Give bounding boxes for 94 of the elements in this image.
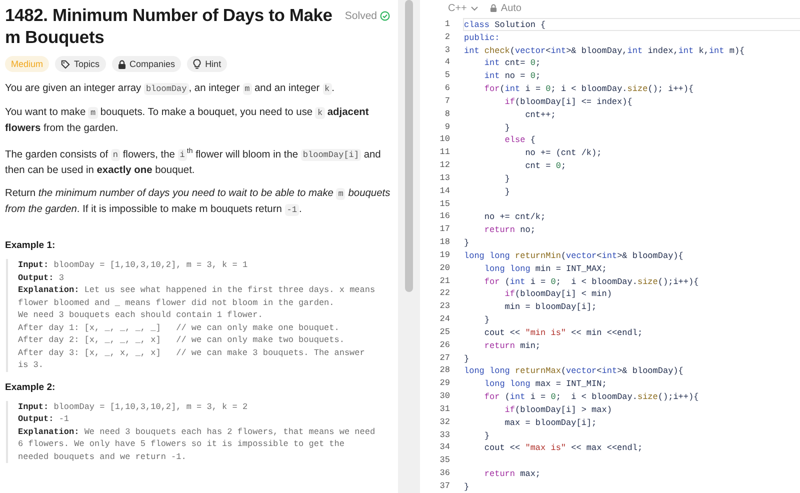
line-number: 12 — [438, 159, 451, 172]
code-line: for (int i = 0; i < bloomDay.size();i++){ — [483, 391, 700, 403]
description-paragraph: Return the minimum number of days you need to wait to be able to make m bouquets from the garden. If it is impossible to make m bouquets return -1 . — [5, 187, 392, 218]
code-line: for (int i = 0; i < bloomDay.size();i++){ — [483, 276, 700, 288]
line-number: 34 — [438, 441, 451, 454]
code-line: public: — [463, 32, 501, 44]
example-block: Input: bloomDay = [1,10,3,10,2], m = 3, k = 1 Output: 3 Explanation: Let us see what happened in the first three days. x means flower bloomed and _ means flower did not bloom in the garden. We need 3 bouquets each should contain 1 flower. After day 1: [x, _, _, _, _] // we can only make one bouquet. After day 2: [x, _, _, _, x] // we can only make two bouquets. After day 3: [x, _, x, _, x] // we can make 3 bouquets. The answer is 3. — [6, 259, 392, 372]
code-line: if(bloomDay[i] > max) — [504, 404, 613, 416]
code-line: if(bloomDay[i] <= index){ — [504, 96, 634, 108]
description-paragraph: You are given an integer array bloomDay , an integer m and an integer k . — [5, 82, 336, 97]
lock-icon — [118, 60, 126, 68]
line-number: 8 — [444, 108, 451, 121]
code-line: } — [463, 480, 470, 493]
example-heading: Example 1: — [5, 240, 56, 252]
line-number: 13 — [438, 172, 451, 185]
scrollbar-thumb[interactable] — [405, 0, 413, 292]
code-line: long long returnMax(vector<int>& bloomDay){ — [463, 365, 684, 378]
mode-label: Auto — [500, 2, 522, 14]
code-line: else { — [504, 134, 536, 146]
code-line: for(int i = 0; i < bloomDay.size(); i++){ — [483, 83, 695, 95]
code-line: long long max = INT_MIN; — [483, 378, 608, 390]
companies-button[interactable]: Companies — [112, 56, 182, 72]
line-number: 21 — [438, 274, 451, 288]
lightbulb-icon — [193, 59, 202, 69]
code-line: if(bloomDay[i] < min) — [504, 288, 613, 300]
line-number: 6 — [444, 82, 451, 95]
check-circle-icon — [380, 11, 390, 21]
chevron-down-icon — [470, 6, 478, 10]
hint-button[interactable]: Hint — [187, 56, 228, 72]
code-line: min = bloomDay[i]; — [504, 301, 598, 314]
code-line: class Solution { — [463, 18, 800, 31]
example-heading: Example 2: — [5, 382, 56, 393]
line-number: 27 — [438, 352, 451, 364]
line-number: 20 — [438, 262, 451, 275]
description-paragraph: You want to make m bouquets. To make a bouquet, you need to use k adjacent flowers from the garden. — [5, 106, 370, 136]
line-number: 14 — [438, 184, 451, 198]
description-paragraph: The garden consists of n flowers, the i $^{th}$ flower will bloom in the bloomDay[i] and then can be used in exactly one bouquet. — [5, 146, 382, 178]
code-line: no += (cnt /k); — [524, 147, 603, 160]
line-number: 36 — [438, 466, 451, 480]
code-line: } — [463, 237, 470, 249]
line-number: 10 — [438, 133, 451, 146]
line-number: 15 — [438, 198, 451, 210]
line-number: 23 — [438, 300, 451, 314]
lock-icon — [490, 4, 497, 12]
line-number: 5 — [444, 69, 451, 82]
line-number: 4 — [444, 56, 451, 70]
line-number: 31 — [438, 402, 451, 416]
line-number: 22 — [438, 287, 451, 300]
line-number: 1 — [444, 18, 451, 31]
topics-button[interactable]: Topics — [55, 56, 106, 72]
problem-title: 1482. Minimum Number of Days to Make m Bouquets — [5, 4, 334, 48]
line-number: 28 — [438, 364, 451, 378]
line-number: 32 — [438, 416, 451, 428]
code-line: } — [504, 186, 511, 198]
code-line: } — [504, 172, 511, 185]
code-line: no += cnt/k; — [483, 211, 547, 224]
line-number: 35 — [438, 454, 451, 467]
code-line: long long returnMin(vector<int>& bloomDay){ — [463, 250, 684, 262]
solved-status: Solved — [344, 10, 377, 22]
line-number: 7 — [444, 94, 451, 108]
line-number: 25 — [438, 326, 451, 339]
line-number: 33 — [438, 428, 451, 442]
code-line: cnt = 0; — [524, 160, 568, 172]
line-number: 11 — [438, 146, 451, 160]
code-line: } — [463, 352, 470, 364]
line-number: 37 — [438, 480, 451, 493]
example-block: Input: bloomDay = [1,10,3,10,2], m = 3, k = 2 Output: -1 Explanation: We need 3 bouquets each has 2 flowers, that means we need 6 flowers. We only have 5 flowers so it is impossible to get the needed bouquets and we return -1. — [6, 400, 392, 464]
line-number: 3 — [444, 44, 451, 56]
line-number: 9 — [444, 120, 451, 134]
code-line: int check(vector<int>& bloomDay,int index,int k,int m){ — [463, 44, 746, 56]
code-line: cnt++; — [524, 108, 557, 121]
code-line: return min; — [483, 340, 542, 352]
line-number: 18 — [438, 236, 451, 249]
line-number: 30 — [438, 390, 451, 403]
code-line: int cnt= 0; — [483, 57, 542, 70]
code-line: cout << "max is" << max <<endl; — [483, 442, 644, 454]
line-number: 26 — [438, 338, 451, 352]
code-line: return max; — [483, 468, 542, 480]
code-line: cout << "min is" << min <<endl; — [483, 326, 644, 339]
tag-icon — [61, 60, 70, 68]
code-line: int no = 0; — [483, 70, 542, 82]
line-number: 16 — [438, 210, 451, 224]
line-number: 24 — [438, 313, 451, 326]
code-line: max = bloomDay[i]; — [504, 416, 598, 428]
line-number: 19 — [438, 248, 451, 262]
code-line: } — [483, 430, 491, 442]
code-line: } — [483, 314, 491, 326]
difficulty-badge: Medium — [5, 56, 50, 72]
code-line: } — [504, 122, 511, 134]
code-line: long long min = INT_MAX; — [483, 262, 608, 275]
line-number: 29 — [438, 377, 451, 390]
code-line: return no; — [483, 224, 536, 236]
line-number: 17 — [438, 223, 451, 236]
line-number: 2 — [444, 30, 451, 44]
